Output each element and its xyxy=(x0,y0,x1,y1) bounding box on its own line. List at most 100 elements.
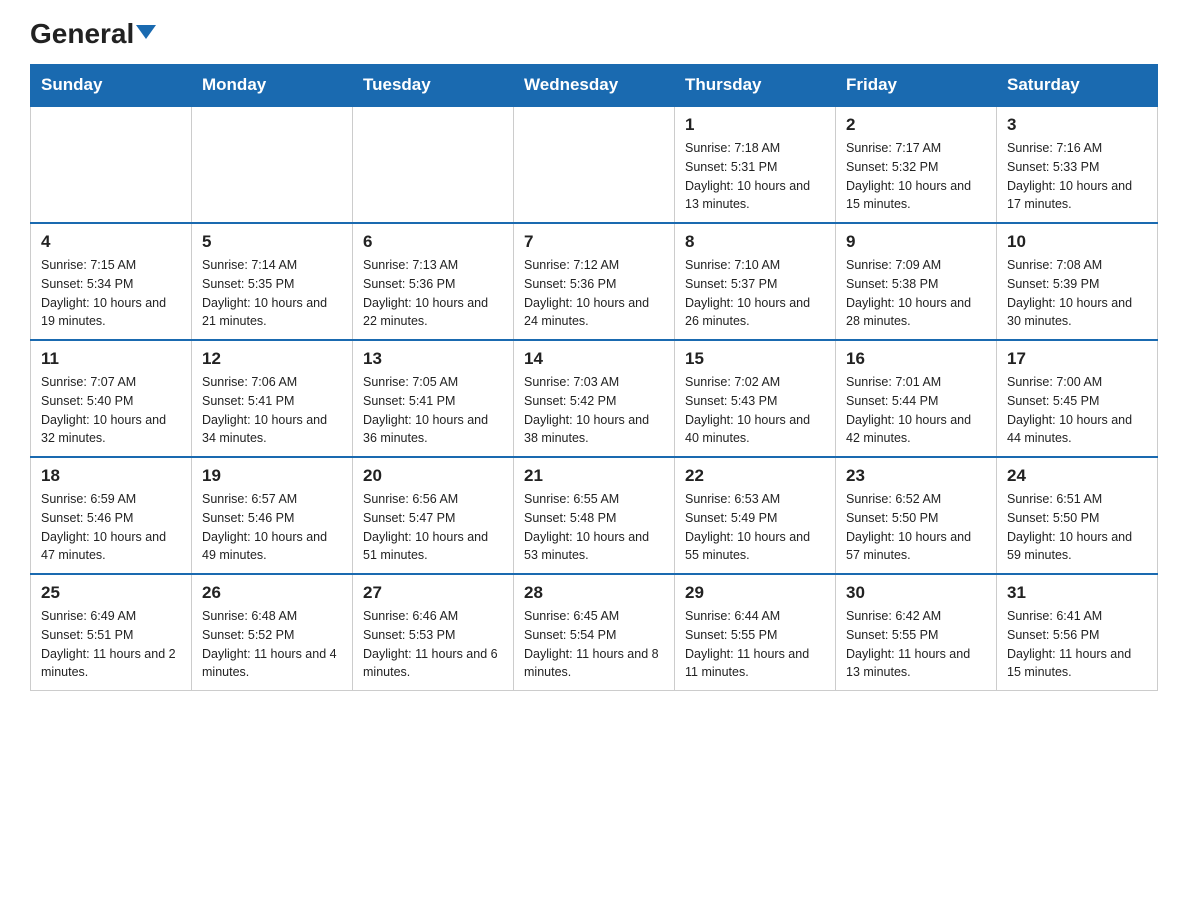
calendar-week-row: 1 Sunrise: 7:18 AMSunset: 5:31 PMDaylight… xyxy=(31,106,1158,223)
weekday-header-thursday: Thursday xyxy=(675,65,836,107)
day-info: Sunrise: 7:03 AMSunset: 5:42 PMDaylight:… xyxy=(524,373,664,448)
calendar-week-row: 25 Sunrise: 6:49 AMSunset: 5:51 PMDayligh… xyxy=(31,574,1158,691)
calendar-cell: 18 Sunrise: 6:59 AMSunset: 5:46 PMDayligh… xyxy=(31,457,192,574)
day-number: 25 xyxy=(41,583,181,603)
day-number: 6 xyxy=(363,232,503,252)
day-info: Sunrise: 7:16 AMSunset: 5:33 PMDaylight:… xyxy=(1007,139,1147,214)
weekday-header-tuesday: Tuesday xyxy=(353,65,514,107)
day-info: Sunrise: 6:57 AMSunset: 5:46 PMDaylight:… xyxy=(202,490,342,565)
calendar-cell: 9Sunrise: 7:09 AMSunset: 5:38 PMDaylight… xyxy=(836,223,997,340)
day-info: Sunrise: 7:10 AMSunset: 5:37 PMDaylight:… xyxy=(685,256,825,331)
day-number: 5 xyxy=(202,232,342,252)
day-number: 10 xyxy=(1007,232,1147,252)
day-number: 22 xyxy=(685,466,825,486)
day-info: Sunrise: 6:44 AMSunset: 5:55 PMDaylight:… xyxy=(685,607,825,682)
weekday-header-friday: Friday xyxy=(836,65,997,107)
day-number: 21 xyxy=(524,466,664,486)
day-number: 3 xyxy=(1007,115,1147,135)
day-info: Sunrise: 6:42 AMSunset: 5:55 PMDaylight:… xyxy=(846,607,986,682)
calendar-cell xyxy=(514,106,675,223)
day-info: Sunrise: 6:52 AMSunset: 5:50 PMDaylight:… xyxy=(846,490,986,565)
logo-triangle-icon xyxy=(136,25,156,39)
page-header: General xyxy=(30,20,1158,44)
calendar-week-row: 18 Sunrise: 6:59 AMSunset: 5:46 PMDayligh… xyxy=(31,457,1158,574)
calendar-cell: 2 Sunrise: 7:17 AMSunset: 5:32 PMDaylight… xyxy=(836,106,997,223)
calendar-cell: 4 Sunrise: 7:15 AMSunset: 5:34 PMDaylight… xyxy=(31,223,192,340)
day-number: 27 xyxy=(363,583,503,603)
calendar-cell: 14 Sunrise: 7:03 AMSunset: 5:42 PMDayligh… xyxy=(514,340,675,457)
day-info: Sunrise: 7:18 AMSunset: 5:31 PMDaylight:… xyxy=(685,139,825,214)
day-info: Sunrise: 7:00 AMSunset: 5:45 PMDaylight:… xyxy=(1007,373,1147,448)
day-info: Sunrise: 6:55 AMSunset: 5:48 PMDaylight:… xyxy=(524,490,664,565)
calendar-cell: 6 Sunrise: 7:13 AMSunset: 5:36 PMDaylight… xyxy=(353,223,514,340)
day-number: 17 xyxy=(1007,349,1147,369)
day-info: Sunrise: 7:01 AMSunset: 5:44 PMDaylight:… xyxy=(846,373,986,448)
day-number: 20 xyxy=(363,466,503,486)
calendar-cell: 23 Sunrise: 6:52 AMSunset: 5:50 PMDayligh… xyxy=(836,457,997,574)
day-number: 4 xyxy=(41,232,181,252)
day-info: Sunrise: 6:51 AMSunset: 5:50 PMDaylight:… xyxy=(1007,490,1147,565)
weekday-header-monday: Monday xyxy=(192,65,353,107)
weekday-header-wednesday: Wednesday xyxy=(514,65,675,107)
day-info: Sunrise: 6:46 AMSunset: 5:53 PMDaylight:… xyxy=(363,607,503,682)
calendar-cell: 1 Sunrise: 7:18 AMSunset: 5:31 PMDaylight… xyxy=(675,106,836,223)
calendar-cell: 28 Sunrise: 6:45 AMSunset: 5:54 PMDayligh… xyxy=(514,574,675,691)
calendar-cell: 22Sunrise: 6:53 AMSunset: 5:49 PMDayligh… xyxy=(675,457,836,574)
day-info: Sunrise: 6:56 AMSunset: 5:47 PMDaylight:… xyxy=(363,490,503,565)
day-info: Sunrise: 7:08 AMSunset: 5:39 PMDaylight:… xyxy=(1007,256,1147,331)
calendar-cell: 27 Sunrise: 6:46 AMSunset: 5:53 PMDayligh… xyxy=(353,574,514,691)
calendar-cell: 26 Sunrise: 6:48 AMSunset: 5:52 PMDayligh… xyxy=(192,574,353,691)
calendar-cell: 15 Sunrise: 7:02 AMSunset: 5:43 PMDayligh… xyxy=(675,340,836,457)
weekday-header-row: SundayMondayTuesdayWednesdayThursdayFrid… xyxy=(31,65,1158,107)
day-number: 16 xyxy=(846,349,986,369)
calendar-cell: 17 Sunrise: 7:00 AMSunset: 5:45 PMDayligh… xyxy=(997,340,1158,457)
calendar-cell: 29 Sunrise: 6:44 AMSunset: 5:55 PMDayligh… xyxy=(675,574,836,691)
calendar-week-row: 4 Sunrise: 7:15 AMSunset: 5:34 PMDaylight… xyxy=(31,223,1158,340)
day-info: Sunrise: 7:12 AMSunset: 5:36 PMDaylight:… xyxy=(524,256,664,331)
day-number: 26 xyxy=(202,583,342,603)
weekday-header-saturday: Saturday xyxy=(997,65,1158,107)
day-info: Sunrise: 6:48 AMSunset: 5:52 PMDaylight:… xyxy=(202,607,342,682)
day-info: Sunrise: 7:02 AMSunset: 5:43 PMDaylight:… xyxy=(685,373,825,448)
day-number: 18 xyxy=(41,466,181,486)
calendar-cell: 11 Sunrise: 7:07 AMSunset: 5:40 PMDayligh… xyxy=(31,340,192,457)
day-number: 12 xyxy=(202,349,342,369)
day-number: 30 xyxy=(846,583,986,603)
day-info: Sunrise: 7:07 AMSunset: 5:40 PMDaylight:… xyxy=(41,373,181,448)
day-number: 29 xyxy=(685,583,825,603)
day-number: 28 xyxy=(524,583,664,603)
calendar-cell xyxy=(353,106,514,223)
day-info: Sunrise: 7:09 AMSunset: 5:38 PMDaylight:… xyxy=(846,256,986,331)
calendar-cell: 13Sunrise: 7:05 AMSunset: 5:41 PMDayligh… xyxy=(353,340,514,457)
calendar-cell xyxy=(31,106,192,223)
calendar-table: SundayMondayTuesdayWednesdayThursdayFrid… xyxy=(30,64,1158,691)
day-number: 11 xyxy=(41,349,181,369)
day-info: Sunrise: 6:49 AMSunset: 5:51 PMDaylight:… xyxy=(41,607,181,682)
day-number: 23 xyxy=(846,466,986,486)
calendar-week-row: 11 Sunrise: 7:07 AMSunset: 5:40 PMDayligh… xyxy=(31,340,1158,457)
day-info: Sunrise: 6:41 AMSunset: 5:56 PMDaylight:… xyxy=(1007,607,1147,682)
day-info: Sunrise: 7:13 AMSunset: 5:36 PMDaylight:… xyxy=(363,256,503,331)
calendar-cell: 12 Sunrise: 7:06 AMSunset: 5:41 PMDayligh… xyxy=(192,340,353,457)
logo: General xyxy=(30,20,156,44)
day-number: 2 xyxy=(846,115,986,135)
day-info: Sunrise: 7:17 AMSunset: 5:32 PMDaylight:… xyxy=(846,139,986,214)
calendar-cell: 20 Sunrise: 6:56 AMSunset: 5:47 PMDayligh… xyxy=(353,457,514,574)
day-number: 14 xyxy=(524,349,664,369)
logo-general: General xyxy=(30,20,156,48)
day-number: 1 xyxy=(685,115,825,135)
day-info: Sunrise: 6:59 AMSunset: 5:46 PMDaylight:… xyxy=(41,490,181,565)
day-number: 13 xyxy=(363,349,503,369)
day-number: 15 xyxy=(685,349,825,369)
day-number: 19 xyxy=(202,466,342,486)
day-number: 24 xyxy=(1007,466,1147,486)
calendar-cell: 5Sunrise: 7:14 AMSunset: 5:35 PMDaylight… xyxy=(192,223,353,340)
calendar-cell: 16 Sunrise: 7:01 AMSunset: 5:44 PMDayligh… xyxy=(836,340,997,457)
day-number: 7 xyxy=(524,232,664,252)
day-info: Sunrise: 7:15 AMSunset: 5:34 PMDaylight:… xyxy=(41,256,181,331)
calendar-cell: 31Sunrise: 6:41 AMSunset: 5:56 PMDayligh… xyxy=(997,574,1158,691)
calendar-cell: 25 Sunrise: 6:49 AMSunset: 5:51 PMDayligh… xyxy=(31,574,192,691)
day-info: Sunrise: 7:06 AMSunset: 5:41 PMDaylight:… xyxy=(202,373,342,448)
calendar-cell: 19 Sunrise: 6:57 AMSunset: 5:46 PMDayligh… xyxy=(192,457,353,574)
day-info: Sunrise: 6:45 AMSunset: 5:54 PMDaylight:… xyxy=(524,607,664,682)
